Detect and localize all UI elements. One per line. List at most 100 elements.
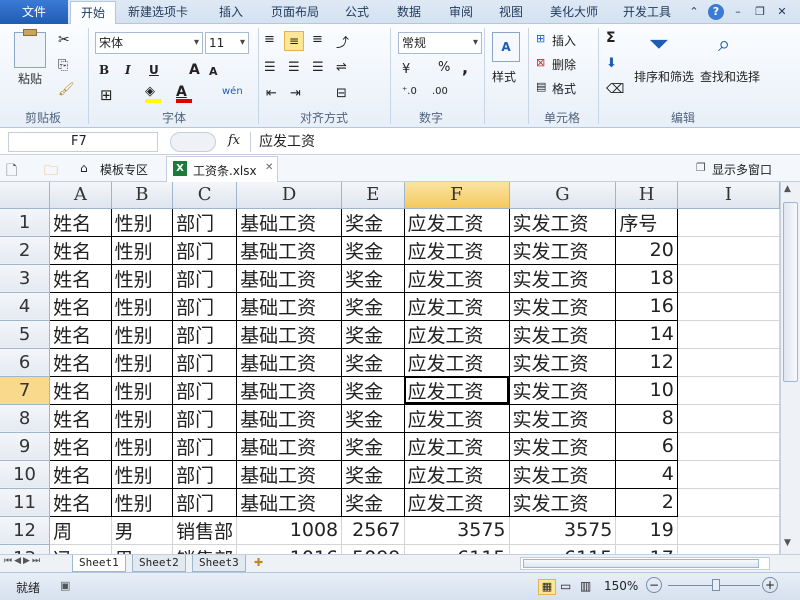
cell[interactable]: 姓名 xyxy=(49,348,112,377)
cell[interactable]: 1008 xyxy=(236,516,343,545)
cell[interactable]: 奖金 xyxy=(341,460,405,489)
column-header[interactable]: G xyxy=(509,182,617,209)
scroll-down-icon[interactable]: ▼ xyxy=(784,538,791,548)
tab-data[interactable]: 数据 xyxy=(386,0,432,24)
decrease-decimal-icon[interactable]: .00 xyxy=(432,86,448,97)
cell[interactable]: 4 xyxy=(615,460,678,489)
cell[interactable]: 20 xyxy=(615,236,678,265)
cell[interactable] xyxy=(677,236,780,265)
cell[interactable]: 17 xyxy=(615,544,678,554)
cell[interactable]: 姓名 xyxy=(49,320,112,349)
insert-cells-icon[interactable]: ⊞ xyxy=(536,32,545,45)
close-tab-icon[interactable]: ✕ xyxy=(265,162,273,173)
cell[interactable]: 基础工资 xyxy=(236,488,343,517)
cell[interactable]: 基础工资 xyxy=(236,348,343,377)
cell[interactable]: 应发工资 xyxy=(404,320,510,349)
row-header[interactable]: 2 xyxy=(0,236,51,265)
merge-center-icon[interactable]: ⊟ xyxy=(336,86,347,101)
cell[interactable]: 1016 xyxy=(236,544,343,554)
cell[interactable]: 应发工资 xyxy=(404,432,510,461)
cell[interactable]: 实发工资 xyxy=(509,432,617,461)
cell[interactable]: 部门 xyxy=(172,208,238,237)
cell[interactable]: 性别 xyxy=(111,348,174,377)
cell[interactable]: 性别 xyxy=(111,376,174,405)
multi-window-button[interactable]: 显示多窗口 xyxy=(712,161,772,178)
tab-formulas[interactable]: 公式 xyxy=(334,0,380,24)
cell[interactable]: 奖金 xyxy=(341,236,405,265)
cell[interactable]: 部门 xyxy=(172,320,238,349)
row-header[interactable]: 12 xyxy=(0,516,51,545)
cell[interactable]: 6115 xyxy=(404,544,510,554)
formula-input[interactable]: 应发工资 xyxy=(250,132,800,152)
tab-file[interactable]: 文件 xyxy=(0,0,68,24)
cell[interactable] xyxy=(677,208,780,237)
cell[interactable] xyxy=(677,544,780,554)
cell[interactable] xyxy=(677,376,780,405)
column-header[interactable]: H xyxy=(615,182,678,209)
page-break-view-icon[interactable]: ▥ xyxy=(580,579,591,593)
horizontal-scroll-thumb[interactable] xyxy=(523,559,759,568)
cell[interactable]: 应发工资 xyxy=(404,292,510,321)
cell[interactable]: 应发工资 xyxy=(404,348,510,377)
row-header[interactable]: 5 xyxy=(0,320,51,349)
cell[interactable]: 12 xyxy=(615,348,678,377)
cell[interactable]: 实发工资 xyxy=(509,320,617,349)
vertical-scrollbar[interactable]: ▲ ▼ xyxy=(780,182,800,554)
cell[interactable] xyxy=(677,292,780,321)
cell[interactable]: 部门 xyxy=(172,264,238,293)
cell[interactable]: 实发工资 xyxy=(509,292,617,321)
cell[interactable]: 姓名 xyxy=(49,460,112,489)
row-header[interactable]: 7 xyxy=(0,376,51,405)
cell[interactable]: 应发工资 xyxy=(404,208,510,237)
cell[interactable]: 奖金 xyxy=(341,264,405,293)
cell[interactable]: 男 xyxy=(111,516,174,545)
cell[interactable]: 基础工资 xyxy=(236,460,343,489)
font-color-icon[interactable]: A xyxy=(176,84,194,103)
cell[interactable]: 性别 xyxy=(111,264,174,293)
cell[interactable]: 性别 xyxy=(111,460,174,489)
cell[interactable]: 6 xyxy=(615,432,678,461)
cell[interactable]: 性别 xyxy=(111,320,174,349)
cell[interactable]: 14 xyxy=(615,320,678,349)
row-header[interactable]: 10 xyxy=(0,460,51,489)
autosum-button[interactable]: Σ xyxy=(606,30,616,46)
tab-developer[interactable]: 开发工具 xyxy=(614,0,680,24)
minimize-icon[interactable]: – xyxy=(730,4,746,20)
cell[interactable]: 奖金 xyxy=(341,376,405,405)
sheet-tab-1[interactable]: Sheet1 xyxy=(72,555,126,572)
cell[interactable]: 男 xyxy=(111,544,174,554)
row-header[interactable]: 3 xyxy=(0,264,51,293)
copy-icon[interactable]: ⎘ xyxy=(58,58,68,73)
select-all-corner[interactable] xyxy=(0,182,51,209)
row-header[interactable]: 6 xyxy=(0,348,51,377)
help-icon[interactable]: ? xyxy=(708,4,724,20)
column-header[interactable]: B xyxy=(111,182,174,209)
cell[interactable]: 姓名 xyxy=(49,432,112,461)
cell[interactable]: 实发工资 xyxy=(509,404,617,433)
sort-filter-button[interactable]: 排序和筛选 xyxy=(634,68,694,85)
collapse-ribbon-icon[interactable]: ⌃ xyxy=(686,4,702,20)
cell[interactable]: 2 xyxy=(615,488,678,517)
format-cells-button[interactable]: 格式 xyxy=(552,80,576,97)
find-select-button[interactable]: 查找和选择 xyxy=(700,68,760,85)
cell[interactable]: 奖金 xyxy=(341,432,405,461)
tab-review[interactable]: 审阅 xyxy=(438,0,484,24)
cell[interactable]: 姓名 xyxy=(49,376,112,405)
sheet-tab-3[interactable]: Sheet3 xyxy=(192,555,246,572)
cell[interactable]: 实发工资 xyxy=(509,208,617,237)
macro-record-icon[interactable]: ▣ xyxy=(60,579,70,592)
insert-sheet-icon[interactable]: ✚ xyxy=(254,556,263,569)
zoom-in-button[interactable]: + xyxy=(762,577,778,593)
cell[interactable]: 奖金 xyxy=(341,292,405,321)
delete-cells-button[interactable]: 删除 xyxy=(552,56,576,73)
cell[interactable]: 姓名 xyxy=(49,488,112,517)
normal-view-icon[interactable]: ▦ xyxy=(538,579,556,595)
align-left-icon[interactable]: ☰ xyxy=(264,60,276,75)
paste-button[interactable]: 粘贴 xyxy=(18,70,42,87)
cell[interactable]: 奖金 xyxy=(341,208,405,237)
cell[interactable]: 基础工资 xyxy=(236,432,343,461)
fill-color-icon[interactable]: ◈ xyxy=(145,84,163,103)
new-doc-icon[interactable]: 🗋 xyxy=(6,160,17,184)
cell[interactable]: 部门 xyxy=(172,432,238,461)
comma-button[interactable]: , xyxy=(462,58,468,77)
